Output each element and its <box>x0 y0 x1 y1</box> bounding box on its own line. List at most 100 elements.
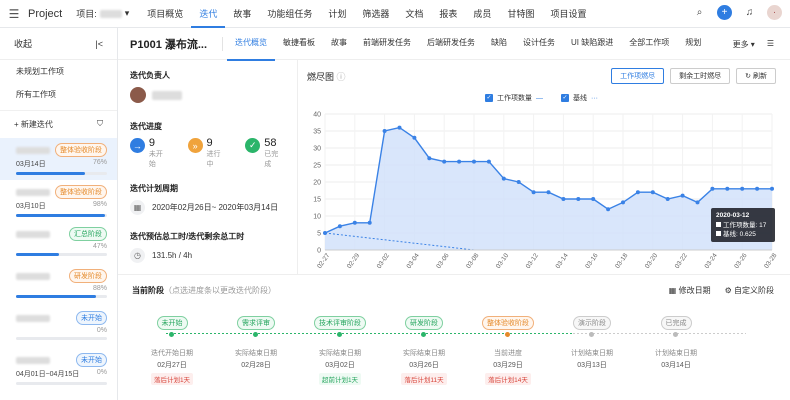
phase-badge: 整体验收阶段 <box>55 143 107 157</box>
tab-item[interactable]: 迭代概览 <box>227 27 275 61</box>
status-icon: ✓ <box>245 138 261 153</box>
page-title: P1001 瀑布流... <box>130 38 208 51</box>
bell-icon[interactable]: ♫ <box>742 5 757 20</box>
nav-item[interactable]: 故事 <box>225 0 259 28</box>
stage-label: 实际结束日期 <box>319 350 361 357</box>
tab-item[interactable]: 设计任务 <box>515 27 563 61</box>
new-iteration-button[interactable]: + 新建迭代 <box>14 119 53 130</box>
data-point <box>501 176 506 181</box>
data-point <box>710 186 715 191</box>
nav-item[interactable]: 迭代 <box>191 0 226 28</box>
progress-percent: 0% <box>96 369 107 376</box>
phase-badge: 汇总阶段 <box>69 227 107 241</box>
iteration-item[interactable]: 整体验收阶段 03月10日 98% <box>0 180 117 222</box>
phase-stage[interactable]: 技术评审阶段 实际结束日期 03月02日 超前计划1天 <box>298 316 382 385</box>
data-point <box>576 197 581 201</box>
iteration-item[interactable]: 研发阶段 88% <box>0 264 117 306</box>
unplanned-link[interactable]: 未规划工作项 <box>0 60 117 83</box>
stage-label: 实际结束日期 <box>403 350 445 357</box>
stage-label: 当前进度 <box>494 350 522 357</box>
stage-date: 03月02日 <box>325 362 355 369</box>
iteration-item[interactable]: 整体验收阶段 03月14日 76% <box>0 138 117 180</box>
data-point <box>427 156 432 161</box>
tab-item[interactable]: 敏捷看板 <box>275 27 323 61</box>
nav-item[interactable]: 功能组任务 <box>259 0 320 28</box>
nav-item[interactable]: 成员 <box>465 0 499 28</box>
status-icon: → <box>130 138 145 153</box>
calendar-icon: ▦ <box>668 286 677 295</box>
y-tick-label: 35 <box>313 129 321 136</box>
edit-date-button[interactable]: ▦ 修改日期 <box>669 285 711 296</box>
custom-phase-button[interactable]: ⚙ 自定义阶段 <box>725 285 774 296</box>
add-icon[interactable]: + <box>717 5 732 20</box>
gear-icon: ⚙ <box>724 286 732 295</box>
top-bar: ☰ Project 项目: ▾ 项目概览 迭代 故事 功能组任务 计划 筛选器 文档 报表 成员甘… <box>0 0 790 28</box>
stage-badge: 需求评审 <box>237 316 275 330</box>
progress-bar <box>16 295 107 298</box>
filter-icon[interactable]: ⛉ <box>97 119 103 130</box>
phase-stage[interactable]: 需求评审 实际结束日期 02月28日 <box>214 316 298 370</box>
progress-bar <box>16 214 107 217</box>
phase-stage[interactable]: 已完成 计划结束日期 03月14日 <box>634 316 718 370</box>
stage-badge: 技术评审阶段 <box>314 316 366 330</box>
x-tick-label: 03-02 <box>376 252 391 270</box>
x-tick-label: 03-16 <box>584 252 599 270</box>
nav-item[interactable]: 报表 <box>431 0 465 28</box>
tab-item[interactable]: 缺陷 <box>483 27 515 61</box>
data-point <box>352 220 357 225</box>
phase-stage[interactable]: 未开始 迭代开始日期 02月27日 落后计划1天 <box>130 316 214 385</box>
search-icon[interactable]: ⌕ <box>692 5 707 20</box>
tab-item[interactable]: 规划 <box>677 27 709 61</box>
nav-item[interactable]: 项目概览 <box>139 0 191 28</box>
nav-item[interactable]: 甘特图 <box>499 0 542 28</box>
stage-date: 03月13日 <box>577 362 607 369</box>
y-tick-label: 15 <box>313 197 321 204</box>
nav-item[interactable]: 文档 <box>397 0 431 28</box>
iteration-item[interactable]: 未开始 04月01日~04月15日 0% <box>0 348 117 390</box>
owner-label: 迭代负责人 <box>130 71 170 80</box>
nav-item[interactable]: 项目设置 <box>542 0 594 28</box>
project-selector[interactable]: 项目: ▾ <box>76 7 129 20</box>
phase-section: 当前阶段（点选进度条以更改迭代阶段） ▦ 修改日期 ⚙ 自定义阶段 未开始 迭代开始… <box>118 274 790 400</box>
data-point <box>337 224 342 229</box>
list-icon[interactable]: ☰ <box>767 39 774 50</box>
tab-item[interactable]: 后端研发任务 <box>419 27 483 61</box>
stat-label: 未开始 <box>148 151 163 168</box>
top-nav: 项目概览 迭代 故事 功能组任务 计划 筛选器 文档 报表 成员 甘特图 项目设置 <box>139 0 594 28</box>
data-point <box>472 159 476 164</box>
data-point <box>397 125 402 130</box>
progress-bar <box>16 253 107 256</box>
all-items-link[interactable]: 所有工作项 <box>0 83 117 106</box>
nav-item[interactable]: 筛选器 <box>354 0 397 28</box>
progress-bar <box>16 172 107 175</box>
x-tick-label: 03-18 <box>614 252 629 270</box>
tab-item[interactable]: UI 缺陷跟进 <box>563 27 621 61</box>
phase-stage[interactable]: 研发阶段 实际结束日期 03月26日 落后计划11天 <box>382 316 466 385</box>
phase-stage[interactable]: 整体验收阶段 当前进度 03月29日 落后计划14天 <box>466 316 550 385</box>
tab-item[interactable]: 全部工作项 <box>621 27 677 61</box>
progress-bar-fill <box>16 253 59 256</box>
tab-item[interactable]: 前端研发任务 <box>355 27 419 61</box>
x-tick-label: 03-22 <box>674 252 689 270</box>
data-point <box>665 197 670 201</box>
phase-stage[interactable]: 演示阶段 计划结束日期 03月13日 <box>550 316 634 370</box>
stage-date: 03月26日 <box>409 362 439 369</box>
nav-item[interactable]: 计划 <box>320 0 354 28</box>
data-point <box>486 159 491 164</box>
data-point <box>621 200 625 205</box>
progress-bar-fill <box>16 172 86 175</box>
iteration-item[interactable]: 未开始 0% <box>0 306 117 348</box>
main-panel: P1001 瀑布流... 迭代概览 敏捷看板 故事 前端研发任务 后端研发任务 缺陷 设计任… <box>118 28 790 400</box>
collapse-icon[interactable]: |< <box>95 39 103 49</box>
stat-2: ✓ 58 已完成 <box>245 138 285 169</box>
iteration-item[interactable]: 汇总阶段 47% <box>0 222 117 264</box>
stage-dot <box>505 332 510 337</box>
stat-1: » 9 进行中 <box>187 138 228 169</box>
hamburger-icon[interactable]: ☰ <box>0 7 28 21</box>
more-menu[interactable]: 更多 ▾ <box>733 39 755 50</box>
tab-item[interactable]: 故事 <box>323 27 355 61</box>
x-tick-label: 03-20 <box>644 252 659 270</box>
x-tick-label: 02-29 <box>346 252 361 270</box>
avatar[interactable]: · <box>767 5 782 20</box>
stage-badge: 未开始 <box>156 316 188 330</box>
